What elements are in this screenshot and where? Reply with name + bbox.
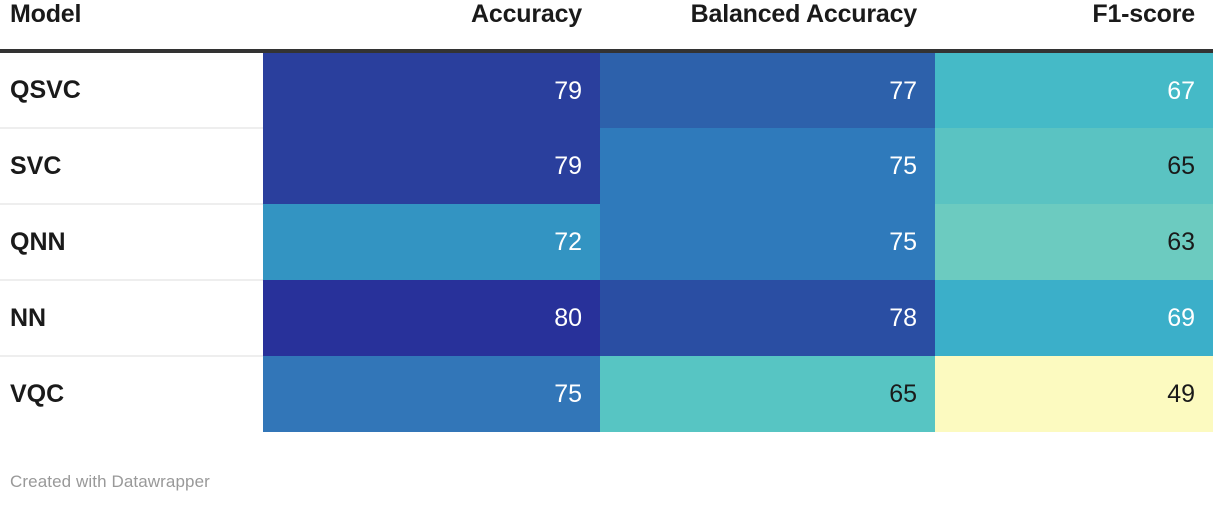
heatmap-cell: 72 xyxy=(263,204,600,280)
table-row: VQC 75 65 49 xyxy=(0,356,1213,433)
heatmap-cell-value: 63 xyxy=(1167,228,1195,256)
heatmap-cell-value: 65 xyxy=(1167,152,1195,180)
column-header-accuracy: Accuracy xyxy=(263,0,600,53)
row-label-model: QNN xyxy=(0,204,263,281)
heatmap-cell-value: 75 xyxy=(554,380,582,408)
table-row: NN 80 78 69 xyxy=(0,280,1213,357)
heatmap-cell-value: 75 xyxy=(889,228,917,256)
table-row: SVC 79 75 65 xyxy=(0,128,1213,205)
row-label-model: SVC xyxy=(0,128,263,205)
datawrapper-credit: Created with Datawrapper xyxy=(10,472,210,491)
table-body: QSVC 79 77 67 SVC 79 75 65 QNN 72 75 63 NN 80 78 69 VQC 7… xyxy=(0,51,1213,433)
row-label-model: NN xyxy=(0,280,263,357)
heatmap-cell: 75 xyxy=(600,128,935,204)
table-header-row: Model Accuracy Balanced Accuracy F1-scor… xyxy=(0,0,1213,53)
heatmap-cell-value: 79 xyxy=(554,152,582,180)
row-label-model: VQC xyxy=(0,356,263,433)
heatmap-cell: 77 xyxy=(600,51,935,128)
heatmap-cell-value: 78 xyxy=(889,304,917,332)
row-label-model: QSVC xyxy=(0,51,263,129)
heatmap-cell-value: 67 xyxy=(1167,76,1195,105)
column-header-model: Model xyxy=(0,0,263,53)
heatmap-cell: 80 xyxy=(263,280,600,356)
heatmap-cell-value: 69 xyxy=(1167,304,1195,332)
table-header: Model Accuracy Balanced Accuracy F1-scor… xyxy=(0,0,1213,53)
heatmap-cell-value: 80 xyxy=(554,304,582,332)
heatmap-cell: 79 xyxy=(263,51,600,128)
heatmap-cell: 75 xyxy=(263,356,600,432)
heatmap-cell-value: 49 xyxy=(1167,380,1195,408)
heatmap-cell-value: 65 xyxy=(889,380,917,408)
heatmap-cell: 79 xyxy=(263,128,600,204)
heatmap-table-chart: Model Accuracy Balanced Accuracy F1-scor… xyxy=(0,0,1223,507)
heatmap-cell-value: 72 xyxy=(554,228,582,256)
model-metrics-table: Model Accuracy Balanced Accuracy F1-scor… xyxy=(0,0,1213,433)
heatmap-cell: 78 xyxy=(600,280,935,356)
heatmap-cell: 67 xyxy=(935,51,1213,128)
column-header-f1-score: F1-score xyxy=(935,0,1213,53)
heatmap-cell-value: 75 xyxy=(889,152,917,180)
table-row: QSVC 79 77 67 xyxy=(0,51,1213,129)
heatmap-cell: 65 xyxy=(935,128,1213,204)
heatmap-cell: 75 xyxy=(600,204,935,280)
column-header-balanced-accuracy: Balanced Accuracy xyxy=(600,0,935,53)
heatmap-cell: 65 xyxy=(600,356,935,432)
table-row: QNN 72 75 63 xyxy=(0,204,1213,281)
heatmap-cell-value: 79 xyxy=(554,76,582,105)
heatmap-cell-value: 77 xyxy=(889,76,917,105)
heatmap-cell: 63 xyxy=(935,204,1213,280)
heatmap-cell: 69 xyxy=(935,280,1213,356)
heatmap-cell: 49 xyxy=(935,356,1213,432)
